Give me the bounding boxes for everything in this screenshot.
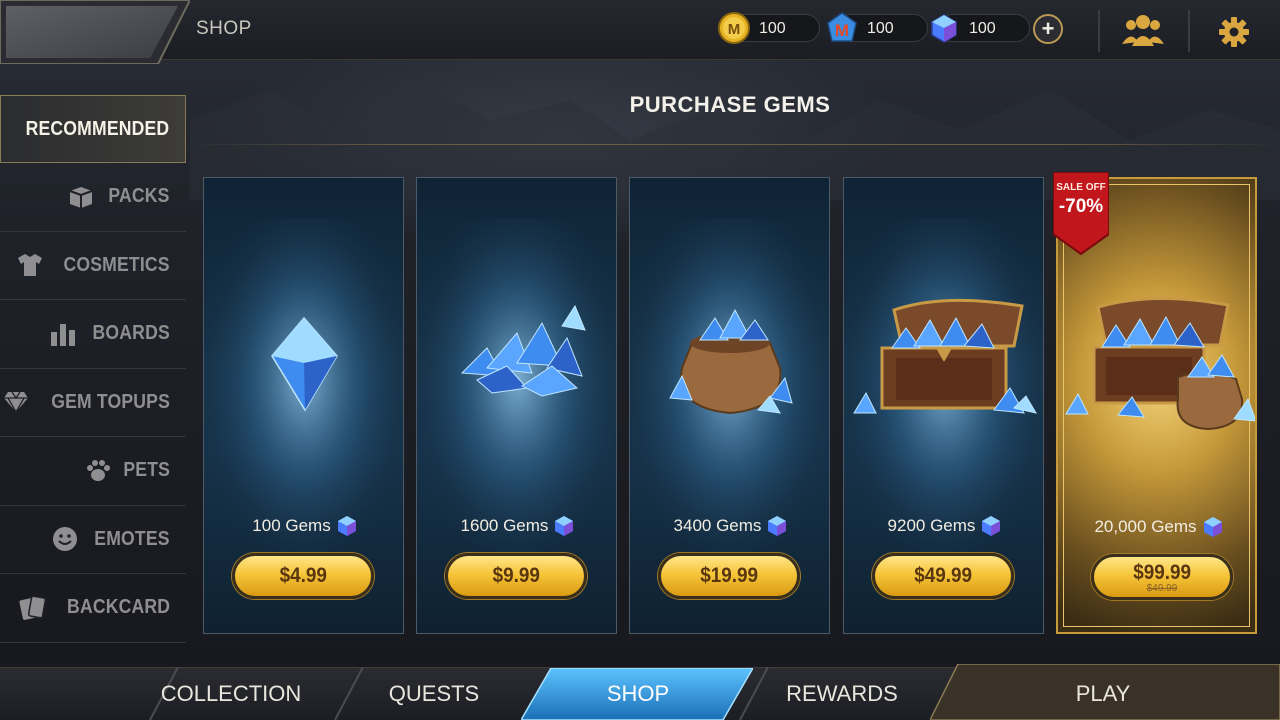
- gem-counter: 100: [931, 14, 1030, 43]
- gem-value: 100: [969, 20, 996, 37]
- sidebar-item-label: GEM TOPUPS: [51, 390, 170, 413]
- gem-amount: 3400 Gems: [630, 515, 829, 537]
- m-token-counter: M 100: [827, 12, 928, 42]
- top-bar: SHOP M 100 M 100 100 +: [0, 0, 1280, 64]
- sidebar-item-cosmetics[interactable]: COSMETICS: [0, 232, 186, 300]
- gem-amount-label: 1600 Gems: [460, 516, 549, 535]
- discount-label: -70%: [1058, 196, 1104, 217]
- page-title: PURCHASE GEMS: [629, 92, 831, 117]
- gem-icon: [555, 516, 574, 536]
- sidebar-item-label: EMOTES: [94, 527, 170, 550]
- sidebar-item-label: BOARDS: [92, 322, 170, 345]
- sidebar-item-label: PACKS: [108, 185, 170, 208]
- gem-amount: 1600 Gems: [417, 515, 616, 537]
- sidebar-item-label: PETS: [123, 459, 170, 482]
- tab-label: PLAY: [1075, 680, 1131, 706]
- sidebar-item-pets[interactable]: PETS: [0, 437, 186, 506]
- cards-icon: [19, 595, 46, 620]
- gem-amount: 20,000 Gems: [1058, 516, 1255, 538]
- tab-rewards[interactable]: REWARDS: [754, 667, 930, 720]
- gem-amount: 9200 Gems: [844, 515, 1043, 537]
- price-label: $99.99: [1133, 560, 1191, 584]
- sale-badge-label: SALE OFF: [1056, 182, 1106, 193]
- smiley-icon: [53, 527, 78, 552]
- svg-text:M: M: [835, 21, 849, 40]
- shirt-icon: [18, 254, 43, 277]
- tab-label: SHOP: [606, 680, 670, 706]
- tab-quests[interactable]: QUESTS: [348, 667, 520, 720]
- m-token-value: 100: [867, 20, 894, 37]
- gem-icon: [931, 14, 957, 43]
- diamond-icon: [4, 391, 28, 414]
- gem-amount-label: 9200 Gems: [887, 516, 976, 535]
- gem-icon: [768, 516, 787, 536]
- price-label: $49.99: [914, 564, 972, 587]
- sale-badge: SALE OFF -70%: [1053, 172, 1109, 256]
- breadcrumb: SHOP: [196, 18, 252, 39]
- gem-offer-card[interactable]: 9200 Gems $49.99: [843, 177, 1044, 634]
- gear-icon[interactable]: [1218, 16, 1250, 48]
- buy-button[interactable]: $99.99 $49.99: [1091, 554, 1233, 600]
- sidebar-item-backcard[interactable]: BACKCARD: [0, 574, 186, 643]
- tab-label: REWARDS: [786, 680, 898, 706]
- m-token-icon: M: [827, 12, 857, 42]
- buy-button[interactable]: $49.99: [872, 553, 1014, 599]
- gem-amount-label: 3400 Gems: [673, 516, 762, 535]
- friends-icon[interactable]: [1122, 12, 1164, 48]
- price-label: $4.99: [279, 564, 327, 587]
- divider: [190, 144, 1280, 145]
- gold-coin-value: 100: [759, 20, 786, 37]
- buy-button[interactable]: $4.99: [232, 553, 374, 599]
- single-gem-icon: [271, 316, 338, 412]
- gem-chest-icon: [853, 298, 1038, 414]
- gem-amount-label: 100 Gems: [252, 516, 331, 535]
- gem-icon: [337, 516, 356, 536]
- gold-coin-icon: M: [718, 12, 750, 44]
- sidebar-item-recommended[interactable]: RECOMMENDED: [0, 95, 186, 163]
- sidebar-item-emotes[interactable]: EMOTES: [0, 506, 186, 574]
- gem-chest-and-sack-icon: [1065, 297, 1255, 431]
- divider: [1098, 10, 1100, 52]
- bars-icon: [51, 323, 76, 346]
- sidebar-item-label: COSMETICS: [63, 253, 170, 276]
- paw-icon: [86, 459, 110, 481]
- gem-icon: [982, 516, 1001, 536]
- buy-button[interactable]: $19.99: [658, 553, 800, 599]
- buy-button[interactable]: $9.99: [445, 553, 587, 599]
- svg-text:M: M: [728, 21, 741, 38]
- back-button[interactable]: [0, 0, 190, 64]
- tab-shop[interactable]: SHOP: [538, 667, 738, 720]
- sidebar-item-label: BACKCARD: [66, 596, 170, 619]
- shop-category-sidebar: RECOMMENDED PACKS COSMETICS BOARDS GEM T…: [0, 95, 186, 643]
- gem-offer-card[interactable]: 100 Gems $4.99: [203, 177, 404, 634]
- add-currency-button[interactable]: +: [1033, 14, 1063, 44]
- tab-collection[interactable]: COLLECTION: [140, 667, 322, 720]
- gem-sack-icon: [669, 308, 793, 415]
- price-label: $19.99: [700, 564, 758, 587]
- box-icon: [70, 186, 93, 208]
- gem-offer-card[interactable]: 1600 Gems $9.99: [416, 177, 617, 634]
- play-button[interactable]: PLAY: [950, 667, 1256, 720]
- gem-offer-card[interactable]: 3400 Gems $19.99: [629, 177, 830, 634]
- gem-amount: 100 Gems: [204, 515, 403, 537]
- sidebar-item-gem-topups[interactable]: GEM TOPUPS: [0, 369, 186, 437]
- tab-label: COLLECTION: [160, 680, 302, 706]
- price-label: $9.99: [492, 564, 540, 587]
- gem-icon: [1203, 517, 1222, 537]
- gold-coin-counter: M 100: [718, 12, 820, 44]
- gem-pile-icon: [460, 304, 586, 397]
- gem-amount-label: 20,000 Gems: [1094, 517, 1197, 536]
- sidebar-item-boards[interactable]: BOARDS: [0, 300, 186, 369]
- sidebar-item-label: RECOMMENDED: [25, 117, 169, 140]
- sidebar-item-packs[interactable]: PACKS: [0, 163, 186, 232]
- divider: [1188, 10, 1190, 52]
- plus-icon: +: [1041, 16, 1055, 41]
- tab-label: QUESTS: [388, 680, 480, 706]
